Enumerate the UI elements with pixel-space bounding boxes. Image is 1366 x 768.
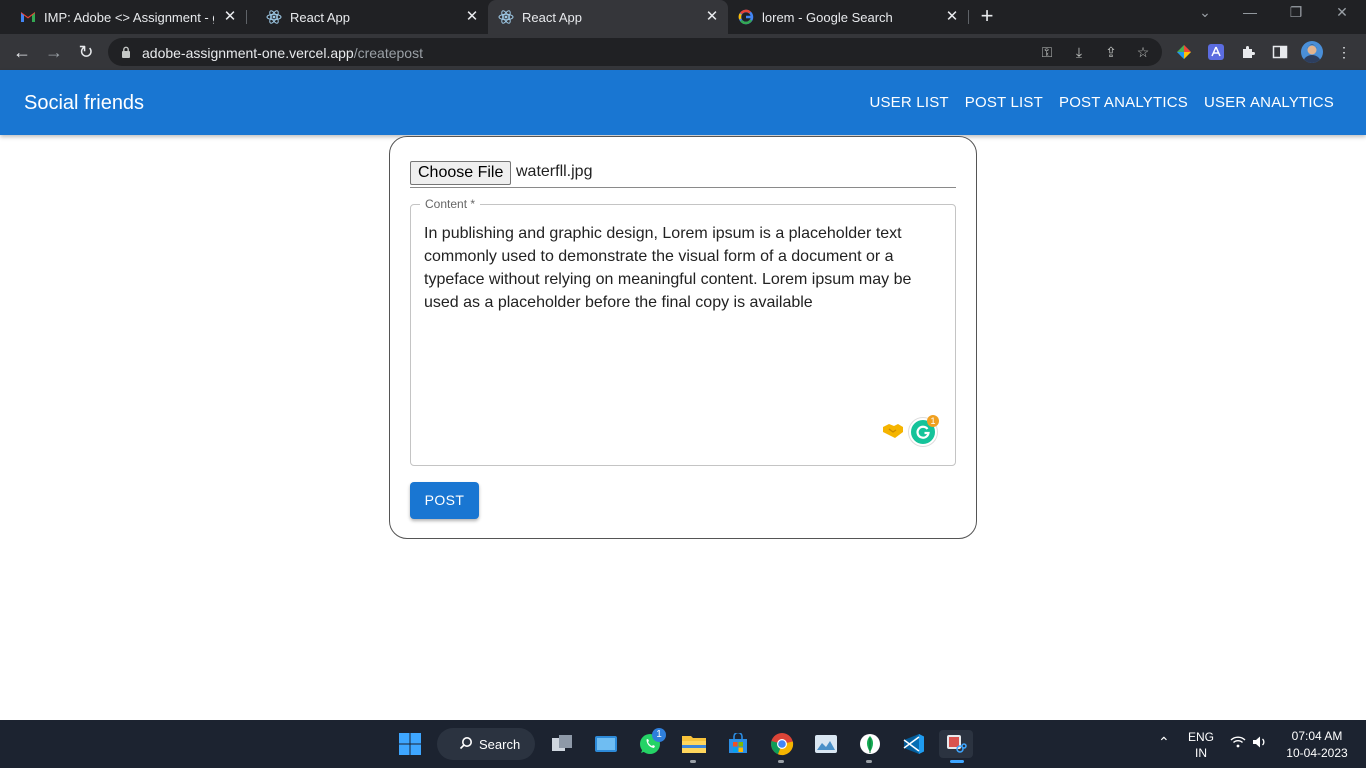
content-textarea-value[interactable]: In publishing and graphic design, Lorem … — [424, 222, 939, 314]
more-menu-icon[interactable]: ⋮ — [1334, 42, 1354, 62]
minimize-icon[interactable]: — — [1240, 4, 1260, 20]
lock-icon — [121, 45, 131, 58]
tab-title: React App — [290, 9, 350, 25]
content-field[interactable]: Content * In publishing and graphic desi… — [410, 197, 956, 466]
clock-time: 07:04 AM — [1291, 729, 1343, 743]
clock[interactable]: 07:04 AM 10-04-2023 — [1282, 729, 1352, 760]
key-icon[interactable]: ⚿ — [1038, 43, 1056, 61]
choose-file-button[interactable]: Choose File — [410, 161, 512, 185]
url-path: /createpost — [353, 45, 423, 61]
react-icon — [498, 9, 514, 25]
url-host: adobe-assignment-one.vercel.app — [142, 45, 354, 61]
photo-viewer-icon[interactable] — [812, 730, 840, 758]
file-explorer-icon[interactable] — [680, 730, 708, 758]
tab-react-app-active[interactable]: React App ✕ — [488, 0, 728, 34]
clock-date: 10-04-2023 — [1286, 746, 1348, 760]
extension-app-icon[interactable] — [1206, 42, 1226, 62]
browser-tab-strip: IMP: Adobe <> Assignment - gh ✕ React Ap… — [0, 0, 1366, 34]
nav-user-analytics[interactable]: USER ANALYTICS — [1204, 94, 1334, 111]
tab-divider — [968, 10, 969, 24]
active-indicator — [950, 760, 964, 763]
selected-file-name: waterfll.jpg — [516, 163, 593, 180]
post-button[interactable]: POST — [410, 482, 479, 519]
tab-google-search[interactable]: lorem - Google Search ✕ — [728, 0, 968, 34]
brand-title[interactable]: Social friends — [24, 92, 144, 115]
close-icon[interactable]: ✕ — [464, 9, 480, 25]
search-icon — [459, 736, 473, 753]
side-panel-icon[interactable] — [1270, 42, 1290, 62]
new-tab-button[interactable]: + — [977, 5, 997, 27]
main-nav: USER LIST POST LIST POST ANALYTICS USER … — [869, 94, 1334, 111]
tab-title: IMP: Adobe <> Assignment - gh — [44, 9, 214, 25]
grammarly-count-badge: 1 — [927, 415, 939, 427]
google-icon — [738, 9, 754, 25]
show-hidden-icons-icon[interactable]: ⌃ — [1158, 734, 1170, 751]
profile-avatar[interactable] — [1301, 41, 1323, 63]
back-icon[interactable]: ← — [11, 41, 33, 63]
windows-taskbar: Search ⌃ ENG IN 07:04 AM 10-04-2023 — [0, 720, 1366, 768]
mongodb-compass-icon[interactable] — [856, 730, 884, 758]
widgets-icon[interactable] — [592, 730, 620, 758]
tab-title: lorem - Google Search — [762, 9, 893, 25]
bookmark-star-icon[interactable]: ☆ — [1134, 43, 1152, 61]
wifi-icon[interactable] — [1230, 736, 1246, 751]
share-icon[interactable]: ⇪ — [1102, 43, 1120, 61]
colorful-extension-icon[interactable] — [1174, 42, 1194, 62]
address-bar[interactable]: adobe-assignment-one.vercel.app/createpo… — [108, 38, 1162, 66]
microsoft-store-icon[interactable] — [724, 730, 752, 758]
restore-icon[interactable]: ❐ — [1286, 4, 1306, 21]
running-indicator — [690, 760, 696, 763]
browser-toolbar: ← → ↻ adobe-assignment-one.vercel.app/cr… — [0, 34, 1366, 70]
tab-gmail[interactable]: IMP: Adobe <> Assignment - gh ✕ — [0, 0, 246, 34]
tab-title: React App — [522, 9, 582, 25]
puzzle-extensions-icon[interactable] — [1238, 42, 1258, 62]
nav-post-analytics[interactable]: POST ANALYTICS — [1059, 94, 1188, 111]
nav-user-list[interactable]: USER LIST — [869, 94, 948, 111]
tab-search-icon[interactable]: ⌄ — [1195, 4, 1215, 21]
task-view-icon[interactable] — [548, 730, 576, 758]
window-close-icon[interactable]: ✕ — [1332, 4, 1352, 21]
content-field-label: Content * — [420, 197, 481, 211]
close-icon[interactable]: ✕ — [704, 9, 720, 25]
install-icon[interactable]: ⤓ — [1070, 43, 1088, 61]
close-icon[interactable]: ✕ — [222, 9, 238, 25]
language-code: ENG — [1187, 730, 1214, 744]
chrome-icon[interactable] — [768, 730, 796, 758]
gmail-icon — [20, 9, 36, 25]
whatsapp-notification-badge: 1 — [652, 728, 666, 742]
vscode-icon[interactable] — [900, 730, 928, 758]
app-header: Social friends USER LIST POST LIST POST … — [0, 70, 1366, 135]
search-label: Search — [479, 736, 521, 752]
reload-icon[interactable]: ↻ — [75, 41, 97, 63]
forward-icon[interactable]: → — [43, 41, 65, 63]
close-icon[interactable]: ✕ — [944, 9, 960, 25]
region-code: IN — [1195, 746, 1207, 760]
volume-icon[interactable] — [1252, 735, 1268, 752]
snipping-tool-icon[interactable] — [939, 730, 973, 758]
create-post-card: Choose File waterfll.jpg Content * In pu… — [389, 136, 977, 539]
tab-react-app-1[interactable]: React App ✕ — [246, 0, 488, 34]
file-input[interactable]: Choose File waterfll.jpg — [410, 161, 956, 188]
running-indicator — [778, 760, 784, 763]
running-indicator — [866, 760, 872, 763]
windows-start-icon[interactable] — [396, 730, 424, 758]
handshake-icon[interactable] — [881, 421, 905, 441]
language-indicator[interactable]: ENG IN — [1186, 730, 1216, 760]
react-icon — [266, 9, 282, 25]
url-text: adobe-assignment-one.vercel.app/createpo… — [142, 45, 423, 61]
nav-post-list[interactable]: POST LIST — [965, 94, 1043, 111]
taskbar-search[interactable]: Search — [437, 728, 535, 760]
